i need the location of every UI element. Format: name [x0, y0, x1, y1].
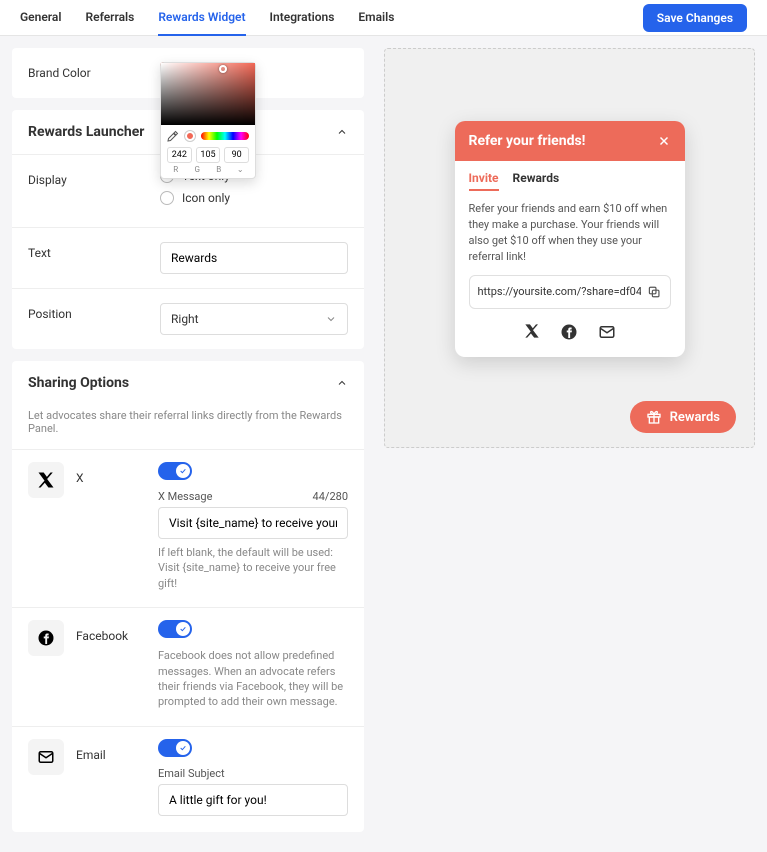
- check-icon: [179, 467, 187, 475]
- color-gradient[interactable]: [161, 63, 255, 125]
- x-toggle[interactable]: [158, 462, 192, 480]
- email-subject-input[interactable]: [158, 784, 348, 816]
- sharing-note: Let advocates share their referral links…: [12, 405, 364, 449]
- text-label: Text: [28, 242, 148, 260]
- preview-panel: Refer your friends! Invite Rewards Refer…: [384, 48, 755, 448]
- rgb-r-label: R: [167, 165, 185, 174]
- x-name: X: [76, 462, 146, 591]
- tab-rewards-widget[interactable]: Rewards Widget: [158, 0, 245, 36]
- rgb-mode-toggle[interactable]: ⌄: [232, 165, 250, 174]
- copy-icon[interactable]: [647, 284, 661, 300]
- position-select[interactable]: Right: [160, 303, 348, 335]
- facebook-icon: [37, 629, 55, 647]
- brand-color-label: Brand Color: [28, 62, 148, 80]
- display-icon-only-option[interactable]: Icon only: [160, 191, 348, 205]
- rgb-g-label: G: [189, 165, 207, 174]
- facebook-name: Facebook: [76, 620, 146, 710]
- email-toggle[interactable]: [158, 739, 192, 757]
- x-message-input[interactable]: [158, 507, 348, 539]
- rgb-b-input[interactable]: [224, 147, 249, 163]
- gift-icon: [646, 409, 662, 425]
- display-label: Display: [28, 169, 148, 187]
- rgb-b-label: B: [210, 165, 228, 174]
- rgb-g-input[interactable]: [196, 147, 221, 163]
- x-helper: If left blank, the default will be used:…: [158, 545, 348, 591]
- rewards-launcher-title: Rewards Launcher: [28, 124, 144, 140]
- x-message-count: 44/280: [313, 490, 348, 503]
- share-facebook-icon[interactable]: [560, 323, 578, 341]
- top-bar: General Referrals Rewards Widget Integra…: [0, 0, 767, 36]
- x-message-label: X Message: [158, 490, 212, 503]
- x-icon: [37, 471, 55, 489]
- facebook-helper: Facebook does not allow predefined messa…: [158, 648, 348, 710]
- widget-tab-invite[interactable]: Invite: [469, 171, 499, 191]
- email-subject-label: Email Subject: [158, 767, 225, 780]
- widget-card: Refer your friends! Invite Rewards Refer…: [455, 121, 685, 357]
- widget-url-text: https://yoursite.com/?share=df04c90: [478, 285, 642, 298]
- color-picker[interactable]: R G B ⌄: [160, 62, 256, 179]
- email-icon-box: [28, 739, 64, 775]
- sharing-options-header[interactable]: Sharing Options: [12, 361, 364, 405]
- radio-icon: [160, 191, 174, 205]
- share-x-icon[interactable]: [524, 323, 540, 339]
- save-button[interactable]: Save Changes: [643, 4, 747, 32]
- sharing-options-title: Sharing Options: [28, 375, 129, 391]
- tab-emails[interactable]: Emails: [358, 0, 394, 36]
- facebook-toggle[interactable]: [158, 620, 192, 638]
- chevron-down-icon: [325, 313, 337, 325]
- hue-slider[interactable]: [201, 132, 249, 140]
- display-option-label: Icon only: [182, 191, 230, 205]
- email-icon: [37, 748, 55, 766]
- check-icon: [179, 625, 187, 633]
- email-name: Email: [76, 739, 146, 816]
- facebook-icon-box: [28, 620, 64, 656]
- share-email-icon[interactable]: [598, 323, 616, 341]
- close-icon[interactable]: [657, 134, 671, 148]
- rgb-r-input[interactable]: [167, 147, 192, 163]
- widget-description: Refer your friends and earn $10 off when…: [469, 201, 671, 265]
- check-icon: [179, 744, 187, 752]
- launcher-text-input[interactable]: [160, 242, 348, 274]
- launcher-button[interactable]: Rewards: [630, 401, 736, 433]
- position-label: Position: [28, 303, 148, 321]
- tab-general[interactable]: General: [20, 0, 61, 36]
- eyedropper-icon[interactable]: [167, 130, 179, 142]
- tab-list: General Referrals Rewards Widget Integra…: [20, 0, 394, 36]
- tab-integrations[interactable]: Integrations: [270, 0, 335, 36]
- widget-header-title: Refer your friends!: [469, 133, 586, 149]
- launcher-label: Rewards: [670, 410, 720, 425]
- chevron-up-icon: [336, 126, 348, 138]
- hue-preview-dot: [185, 131, 195, 141]
- tab-referrals[interactable]: Referrals: [85, 0, 134, 36]
- chevron-up-icon: [336, 377, 348, 389]
- position-value: Right: [171, 312, 199, 326]
- x-icon-box: [28, 462, 64, 498]
- widget-url-box: https://yoursite.com/?share=df04c90: [469, 275, 671, 309]
- widget-tab-rewards[interactable]: Rewards: [513, 171, 560, 191]
